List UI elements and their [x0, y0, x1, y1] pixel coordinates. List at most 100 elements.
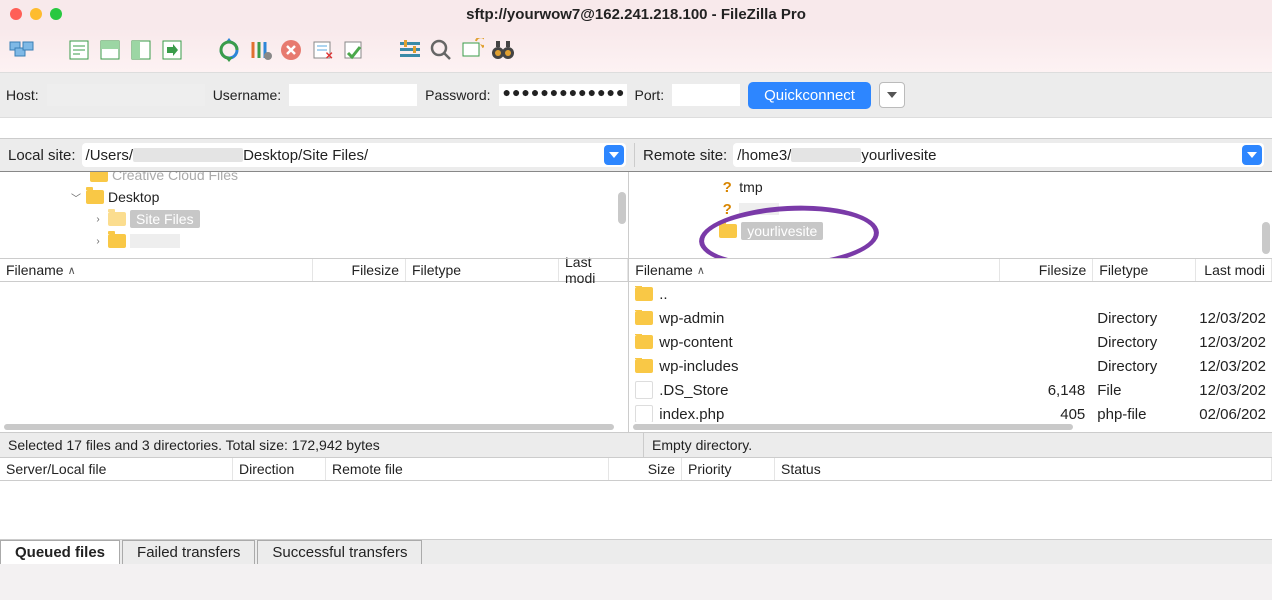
tab-successful[interactable]: Successful transfers [257, 540, 422, 564]
refresh-icon[interactable] [215, 36, 243, 64]
col-status[interactable]: Status [775, 458, 1272, 480]
disconnect-icon[interactable]: ✕ [308, 36, 336, 64]
col-filename[interactable]: Filename∧ [629, 259, 1000, 281]
list-item: .DS_Store6,148File12/03/202 [629, 378, 1272, 402]
list-item: .. [629, 282, 1272, 306]
remote-pane: ? tmp ? yourlivesite Filename∧ Filesize … [629, 172, 1272, 432]
port-label: Port: [635, 87, 665, 103]
port-input[interactable] [672, 84, 740, 106]
tree-item-site-files[interactable]: Site Files [130, 210, 200, 228]
sort-asc-icon: ∧ [68, 264, 76, 277]
password-input[interactable]: ●●●●●●●●●●●●● [499, 84, 627, 106]
local-list-header: Filename∧ Filesize Filetype Last modi [0, 259, 628, 282]
unknown-icon: ? [719, 179, 735, 195]
col-filetype[interactable]: Filetype [406, 259, 559, 281]
col-lastmod[interactable]: Last modi [559, 259, 628, 281]
redacted-segment [791, 148, 861, 162]
tree-item-yourlivesite[interactable]: yourlivesite [741, 222, 823, 240]
folder-icon [90, 172, 108, 182]
local-site-label: Local site: [8, 147, 76, 164]
local-tree[interactable]: Creative Cloud Files ﹀ Desktop › Site Fi… [0, 172, 628, 259]
main-toolbar: ✕ [0, 28, 1272, 72]
tree-item-desktop[interactable]: Desktop [108, 189, 159, 205]
quickconnect-history-dropdown[interactable] [879, 82, 905, 108]
search-icon[interactable] [427, 36, 455, 64]
col-filesize[interactable]: Filesize [1000, 259, 1093, 281]
file-icon [635, 381, 653, 399]
folder-icon [719, 224, 737, 238]
message-log [0, 118, 1272, 139]
local-file-list[interactable] [0, 282, 628, 422]
titlebar: sftp://yourwow7@162.241.218.100 - FileZi… [0, 0, 1272, 28]
host-input[interactable] [47, 84, 205, 106]
col-size[interactable]: Size [609, 458, 682, 480]
list-item: wp-includesDirectory12/03/202 [629, 354, 1272, 378]
list-item: wp-contentDirectory12/03/202 [629, 330, 1272, 354]
folder-icon [635, 359, 653, 373]
remote-site-input[interactable]: /home3/ yourlivesite [733, 143, 1264, 167]
scrollbar-thumb[interactable] [1262, 222, 1270, 254]
disclosure-icon[interactable]: › [92, 214, 104, 225]
window-title: sftp://yourwow7@162.241.218.100 - FileZi… [0, 6, 1272, 23]
remote-site-label: Remote site: [643, 147, 727, 164]
col-filesize[interactable]: Filesize [313, 259, 406, 281]
quickconnect-bar: Host: Username: Password: ●●●●●●●●●●●●● … [0, 72, 1272, 118]
disclosure-icon[interactable]: ﹀ [70, 190, 82, 205]
cancel-icon[interactable] [277, 36, 305, 64]
remote-file-list[interactable]: .. wp-adminDirectory12/03/202 wp-content… [629, 282, 1272, 422]
tab-queued[interactable]: Queued files [0, 540, 120, 564]
toggle-local-tree-icon[interactable] [96, 36, 124, 64]
folder-icon [635, 311, 653, 325]
queue-tabs: Queued files Failed transfers Successful… [0, 539, 1272, 564]
site-manager-icon[interactable] [8, 36, 36, 64]
toggle-remote-tree-icon[interactable] [127, 36, 155, 64]
chevron-down-icon[interactable] [604, 145, 624, 165]
toggle-queue-icon[interactable] [158, 36, 186, 64]
chevron-down-icon[interactable] [1242, 145, 1262, 165]
col-filetype[interactable]: Filetype [1093, 259, 1196, 281]
remote-hscroll[interactable] [629, 422, 1272, 432]
transfer-queue[interactable] [0, 481, 1272, 539]
col-remote[interactable]: Remote file [326, 458, 609, 480]
host-label: Host: [6, 87, 39, 103]
col-direction[interactable]: Direction [233, 458, 326, 480]
list-item: index.php405php-file02/06/202 [629, 402, 1272, 422]
list-item: wp-adminDirectory12/03/202 [629, 306, 1272, 330]
unknown-icon: ? [719, 201, 735, 217]
compare-icon[interactable] [458, 36, 486, 64]
file-icon [635, 405, 653, 422]
folder-icon [108, 234, 126, 248]
redacted-tree-item[interactable] [130, 234, 180, 248]
disclosure-icon[interactable]: › [92, 236, 104, 247]
tab-failed[interactable]: Failed transfers [122, 540, 255, 564]
redacted-tree-item[interactable] [739, 203, 779, 215]
username-input[interactable] [289, 84, 417, 106]
local-status: Selected 17 files and 3 directories. Tot… [0, 433, 644, 457]
quickconnect-button[interactable]: Quickconnect [748, 82, 871, 109]
remote-tree[interactable]: ? tmp ? yourlivesite [629, 172, 1272, 259]
reconnect-icon[interactable] [339, 36, 367, 64]
col-priority[interactable]: Priority [682, 458, 775, 480]
password-label: Password: [425, 87, 490, 103]
local-site-input[interactable]: /Users/ Desktop/Site Files/ [82, 143, 626, 167]
col-server[interactable]: Server/Local file [0, 458, 233, 480]
site-path-bar: Local site: /Users/ Desktop/Site Files/ … [0, 139, 1272, 172]
col-lastmod[interactable]: Last modi [1196, 259, 1272, 281]
folder-icon [108, 212, 126, 226]
col-filename[interactable]: Filename∧ [0, 259, 313, 281]
tree-item-tmp[interactable]: tmp [739, 179, 762, 195]
local-pane: Creative Cloud Files ﹀ Desktop › Site Fi… [0, 172, 629, 432]
folder-icon [86, 190, 104, 204]
folder-icon [635, 335, 653, 349]
scrollbar-thumb[interactable] [618, 192, 626, 224]
binoculars-icon[interactable] [489, 36, 517, 64]
status-bar: Selected 17 files and 3 directories. Tot… [0, 432, 1272, 458]
sort-asc-icon: ∧ [697, 264, 705, 277]
filter-icon[interactable] [396, 36, 424, 64]
process-queue-icon[interactable] [246, 36, 274, 64]
tree-item[interactable]: Creative Cloud Files [112, 172, 238, 183]
local-hscroll[interactable] [0, 422, 628, 432]
svg-text:✕: ✕ [325, 51, 333, 61]
remote-status: Empty directory. [644, 433, 760, 457]
toggle-log-icon[interactable] [65, 36, 93, 64]
